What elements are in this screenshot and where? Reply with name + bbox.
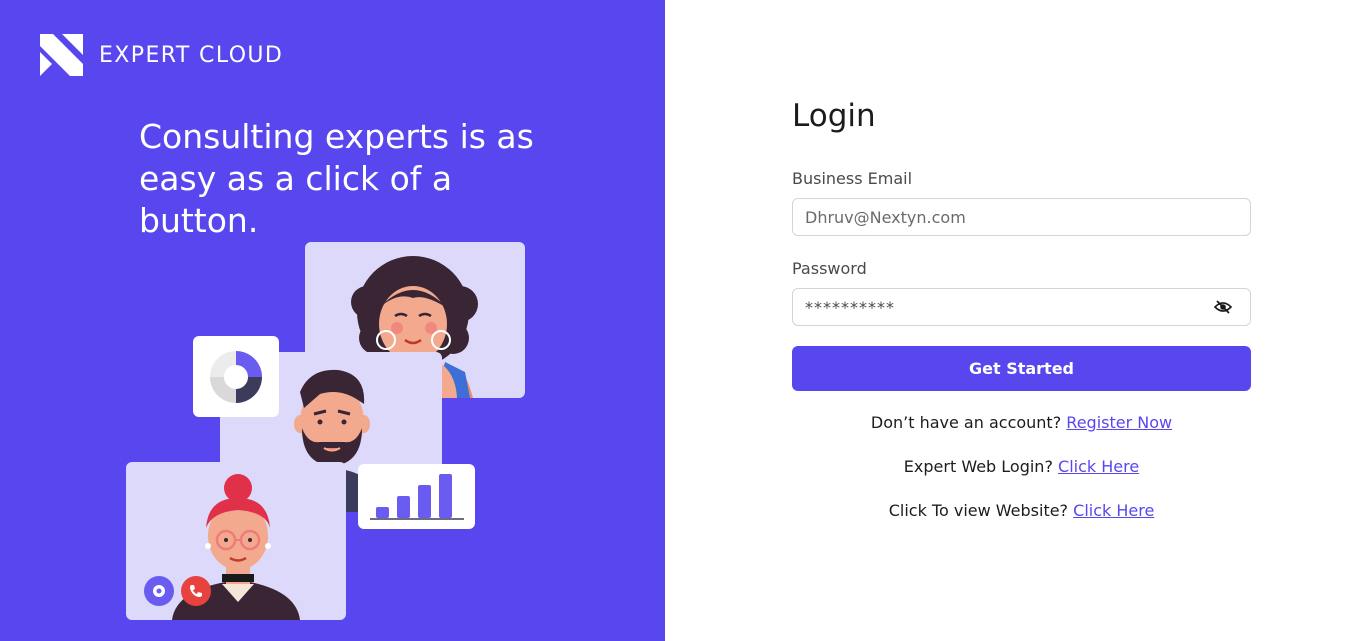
expert-cloud-logo-icon: [40, 34, 83, 76]
expert-login-link[interactable]: Click Here: [1058, 457, 1139, 476]
register-prompt: Don’t have an account?: [870, 413, 1062, 432]
login-title: Login: [792, 98, 876, 134]
website-link[interactable]: Click Here: [1073, 501, 1154, 520]
bar-chart-icon: [370, 474, 464, 520]
record-icon[interactable]: [144, 576, 174, 606]
password-input[interactable]: **********: [805, 298, 895, 317]
password-label: Password: [792, 259, 867, 278]
register-now-link[interactable]: Register Now: [1066, 413, 1172, 432]
hero-tagline: Consulting experts is as easy as a click…: [139, 117, 534, 240]
expert-card-woman-glasses: [126, 462, 346, 620]
donut-chart-card: [193, 336, 279, 417]
brand-name: EXPERT CLOUD: [99, 42, 284, 68]
expert-login-prompt: Expert Web Login?: [903, 457, 1053, 476]
register-row: Don’t have an account? Register Now: [792, 413, 1251, 432]
phone-icon[interactable]: [181, 576, 211, 606]
website-prompt: Click To view Website?: [888, 501, 1069, 520]
email-input[interactable]: [793, 199, 1250, 235]
hero-panel: EXPERT CLOUD Consulting experts is as ea…: [0, 0, 665, 641]
email-field[interactable]: [792, 198, 1251, 236]
eye-slash-icon[interactable]: [1214, 299, 1232, 315]
donut-chart-icon: [210, 351, 262, 403]
expert-login-row: Expert Web Login? Click Here: [792, 457, 1251, 476]
password-field[interactable]: **********: [792, 288, 1251, 326]
brand: EXPERT CLOUD: [40, 34, 283, 76]
bar-chart-card: [358, 464, 475, 529]
website-row: Click To view Website? Click Here: [792, 501, 1251, 520]
email-label: Business Email: [792, 169, 913, 188]
get-started-button[interactable]: Get Started: [792, 346, 1251, 391]
